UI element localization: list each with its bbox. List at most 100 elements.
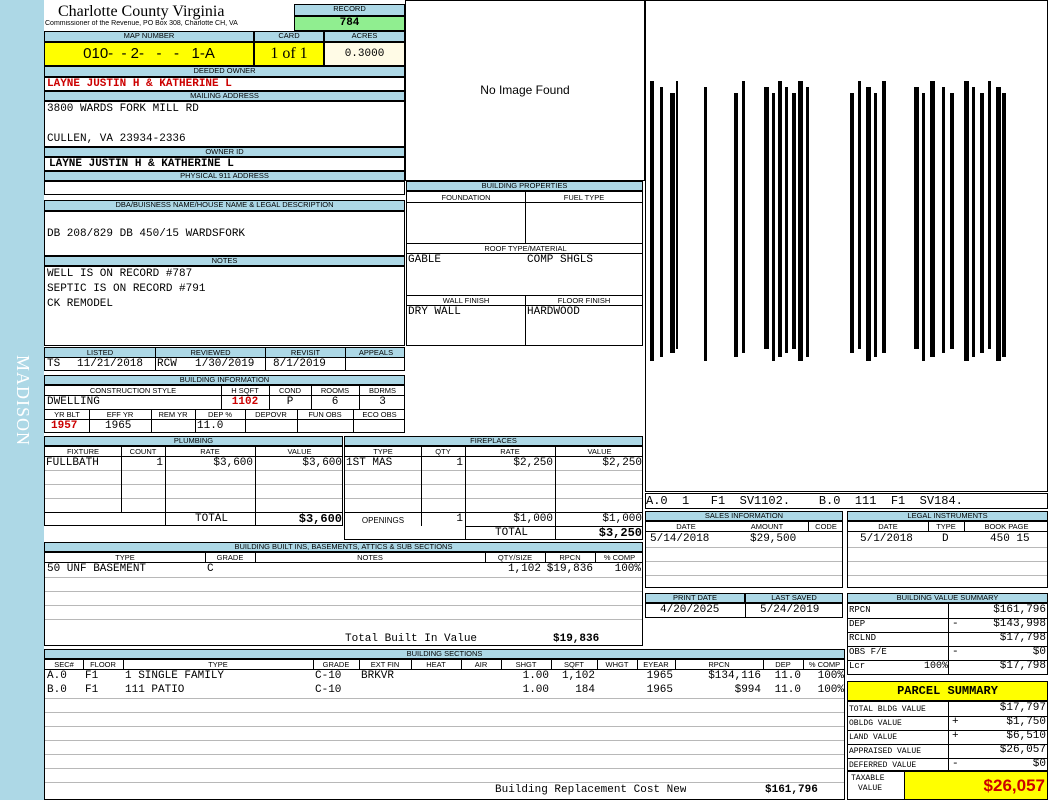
built-in-col-header: TYPE xyxy=(115,553,135,562)
divider xyxy=(964,522,965,532)
commissioner-address: Commissioner of the Revenue, PO Box 308,… xyxy=(45,20,238,27)
record-number: 784 xyxy=(294,16,405,31)
listed-date: 11/21/2018 xyxy=(77,358,144,370)
divider xyxy=(45,419,404,420)
barcode-bar xyxy=(772,93,775,361)
mailing-address-box: 3800 WARDS FORK MILL RD CULLEN, VA 23934… xyxy=(44,101,405,147)
value-summary-sign: - xyxy=(952,618,959,630)
divider xyxy=(525,192,526,243)
section-col-header: DEP xyxy=(775,660,791,669)
deeded-owner-box: LAYNE JUSTIN H & KATHERINE L xyxy=(44,77,405,91)
acres-header: ACRES xyxy=(324,31,405,42)
owner-id: LAYNE JUSTIN H & KATHERINE L xyxy=(49,158,234,170)
divider xyxy=(808,522,809,532)
barcode-bar xyxy=(996,87,1001,361)
barcode-text-1: A.0 1 F1 SV1102. xyxy=(646,494,791,508)
parcel-summary-value: $0 xyxy=(1032,758,1046,770)
section-comp: 100% xyxy=(817,670,844,682)
physical-address-header: PHYSICAL 911 ADDRESS xyxy=(44,171,405,181)
fireplace-qty: 1 xyxy=(456,457,463,469)
barcode-bar xyxy=(650,81,654,361)
section-col-header: SEC# xyxy=(54,660,74,669)
district-label: MADISON xyxy=(12,354,33,446)
divider xyxy=(928,522,929,532)
section-rpcn: $134,116 xyxy=(708,670,761,682)
row-line xyxy=(848,547,1047,548)
construction-style-label: CONSTRUCTION STYLE xyxy=(89,386,177,395)
parcel-summary-label: DEFERRED VALUE xyxy=(849,761,917,770)
plumbing-total-label: TOTAL xyxy=(195,513,229,525)
district-label-wrap: MADISON xyxy=(0,0,44,800)
listed-label: LISTED xyxy=(45,348,155,357)
openings-qty: 1 xyxy=(456,513,463,525)
section-rpcn: $994 xyxy=(734,684,761,696)
fun-obs-label: FUN OBS xyxy=(308,410,342,419)
parcel-summary-label: APPRAISED VALUE xyxy=(849,747,922,756)
parcel-summary-table: TOTAL BLDG VALUE $17,797 OBLDG VALUE + $1,75… xyxy=(847,701,1048,771)
construction-style: DWELLING xyxy=(47,396,100,408)
parcel-summary-value: $17,797 xyxy=(999,702,1046,714)
legal-description-header: DBA/BUISNESS NAME/HOUSE NAME & LEGAL DES… xyxy=(44,200,405,211)
barcode-bar xyxy=(874,93,877,357)
built-in-qty: 1,102 xyxy=(507,563,541,575)
notes-header: NOTES xyxy=(44,256,405,266)
parcel-summary-label: TOTAL BLDG VALUE xyxy=(849,705,926,714)
owner-id-header: OWNER ID xyxy=(44,147,405,157)
revisit-label: REVISIT xyxy=(266,348,345,357)
divider xyxy=(948,604,949,674)
eff-yr-value: 1965 xyxy=(105,420,132,432)
row-line xyxy=(45,712,844,713)
row-line xyxy=(45,605,642,606)
openings-label: OPENINGS xyxy=(361,516,405,525)
rooms-label: ROOMS xyxy=(320,386,350,395)
divider xyxy=(525,295,526,345)
barcode-bar xyxy=(785,87,788,353)
barcode-bar xyxy=(922,93,925,361)
building-properties-box: FOUNDATION FUEL TYPE ROOF TYPE/MATERIAL … xyxy=(406,191,643,346)
divider xyxy=(359,386,360,410)
fireplace-total: $3,250 xyxy=(598,527,642,540)
note-line: WELL IS ON RECORD #787 xyxy=(47,268,193,280)
legal-instruments-table: DATE TYPE BOOK PAGE 5/1/2018 D 450 15 xyxy=(847,521,1048,588)
section-col-header: GRADE xyxy=(322,660,350,669)
revisit-date: 8/1/2019 xyxy=(273,358,326,370)
notes-box: WELL IS ON RECORD #787 SEPTIC IS ON RECO… xyxy=(44,266,405,346)
legal-description: DB 208/829 DB 450/15 WARDSFORK xyxy=(47,228,246,240)
instrument-book-page: 450 15 xyxy=(990,533,1030,545)
photo-frame: No Image Found xyxy=(405,0,645,181)
divider xyxy=(255,553,256,563)
value-summary-pct: 100% xyxy=(923,661,948,672)
print-date: 4/20/2025 xyxy=(660,604,720,616)
divider xyxy=(745,604,746,617)
address-line-2: CULLEN, VA 23934-2336 xyxy=(47,133,186,145)
section-type: 111 PATIO xyxy=(125,684,185,696)
fuel-type-label: FUEL TYPE xyxy=(563,193,605,202)
fireplace-total-label: TOTAL xyxy=(495,527,529,539)
barcode-bar xyxy=(972,87,975,357)
dep-pct-value: 11.0 xyxy=(197,420,224,432)
barcode-bar xyxy=(980,93,984,353)
barcode-bar xyxy=(942,87,945,353)
instrument-col-header: BOOK PAGE xyxy=(984,522,1029,531)
row-line xyxy=(45,577,642,578)
plumbing-table: FIXTURE COUNT RATE VALUE FULLBATH 1 $3,6… xyxy=(44,446,343,526)
barcode-bar xyxy=(930,81,935,357)
row-line xyxy=(45,782,844,783)
value-summary-value: $0 xyxy=(1032,646,1046,658)
barcode-bar xyxy=(850,93,854,353)
taxable-value: $26,057 xyxy=(904,772,1047,799)
card-number: 1 of 1 xyxy=(254,42,324,66)
row-line xyxy=(45,740,844,741)
fireplace-col-header: QTY xyxy=(435,447,451,456)
floor-finish-label: FLOOR FINISH xyxy=(557,296,611,305)
physical-address-box xyxy=(44,181,405,195)
row-line xyxy=(45,591,642,592)
section-comp: 100% xyxy=(817,684,844,696)
built-in-col-header: GRADE xyxy=(216,553,244,562)
divider xyxy=(245,409,246,432)
built-in-type: 50 UNF BASEMENT xyxy=(47,563,147,575)
fireplace-col-header: VALUE xyxy=(587,447,612,456)
divider xyxy=(89,409,90,432)
barcode-bar xyxy=(676,81,678,349)
deeded-owner-header: DEEDED OWNER xyxy=(44,66,405,77)
